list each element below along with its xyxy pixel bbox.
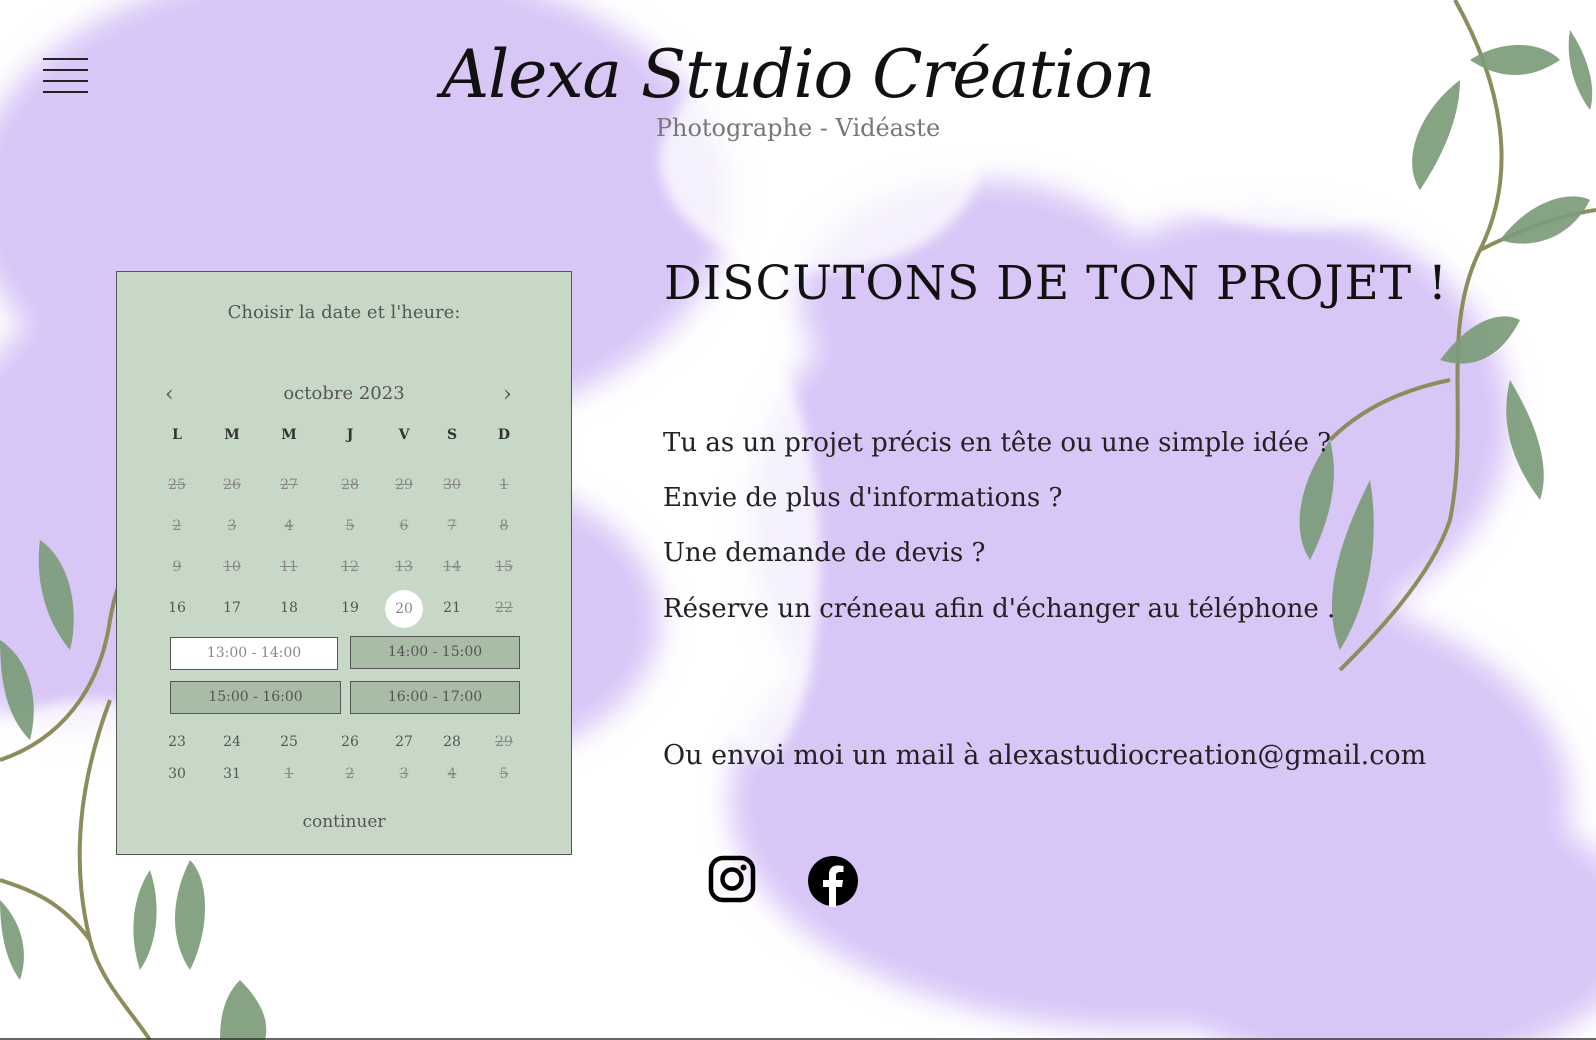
calendar-day: 25	[168, 477, 186, 493]
calendar-day[interactable]: 27	[382, 734, 426, 750]
calendar-day: 26	[223, 477, 241, 493]
calendar-day[interactable]: 23	[155, 734, 199, 750]
calendar-day: 8	[499, 518, 509, 534]
time-slot-button[interactable]: 15:00 - 16:00	[170, 681, 341, 714]
calendar-day[interactable]: 17	[210, 600, 254, 616]
calendar-day: 5	[345, 518, 355, 534]
booking-title: Choisir la date et l'heure:	[227, 302, 461, 323]
calendar-day[interactable]: 16	[155, 600, 199, 616]
contact-line-2: Envie de plus d'informations ?	[663, 483, 1063, 513]
weekday-label: V	[398, 427, 410, 443]
calendar-day[interactable]: 18	[267, 600, 311, 616]
site-subtitle: Photographe - Vidéaste	[655, 114, 941, 142]
calendar-day: 9	[172, 559, 182, 575]
calendar-day: 1	[499, 477, 509, 493]
page-heading: DISCUTONS DE TON PROJET !	[664, 256, 1448, 311]
calendar-day: 22	[495, 600, 513, 616]
calendar-day[interactable]: 30	[155, 766, 199, 782]
calendar-day[interactable]: 19	[328, 600, 372, 616]
facebook-icon[interactable]	[807, 855, 859, 907]
contact-email-line[interactable]: Ou envoi moi un mail à alexastudiocreati…	[663, 740, 1426, 771]
calendar-day: 28	[341, 477, 359, 493]
calendar-day: 29	[395, 477, 413, 493]
calendar-day: 27	[280, 477, 298, 493]
calendar-day: 13	[395, 559, 413, 575]
weekday-label: M	[224, 427, 240, 443]
calendar-day: 7	[447, 518, 457, 534]
calendar-day: 30	[443, 477, 461, 493]
contact-line-3: Une demande de devis ?	[663, 538, 986, 568]
time-slot-button[interactable]: 13:00 - 14:00	[170, 637, 338, 670]
weekday-label: L	[172, 427, 182, 443]
calendar-day: 2	[172, 518, 182, 534]
calendar-day: 3	[227, 518, 237, 534]
booking-calendar-panel: Choisir la date et l'heure: ‹ octobre 20…	[116, 271, 572, 855]
calendar-day[interactable]: 24	[210, 734, 254, 750]
continue-button[interactable]: continuer	[117, 812, 571, 832]
calendar-day: 14	[443, 559, 461, 575]
calendar-day[interactable]: 25	[267, 734, 311, 750]
calendar-day: 29	[495, 734, 513, 750]
contact-line-4: Réserve un créneau afin d'échanger au té…	[663, 594, 1336, 624]
calendar-day: 10	[223, 559, 241, 575]
calendar-day: 3	[399, 766, 409, 782]
calendar-day[interactable]: 21	[430, 600, 474, 616]
calendar-day: 2	[345, 766, 355, 782]
time-slot-button[interactable]: 14:00 - 15:00	[350, 636, 520, 669]
site-logo-title[interactable]: Alexa Studio Création	[0, 36, 1596, 113]
weekday-label: J	[346, 427, 354, 443]
weekday-label: M	[281, 427, 297, 443]
calendar-day[interactable]: 28	[430, 734, 474, 750]
time-slot-button[interactable]: 16:00 - 17:00	[350, 681, 520, 714]
calendar-day[interactable]: 31	[210, 766, 254, 782]
calendar-day: 4	[284, 518, 294, 534]
calendar-day: 11	[280, 559, 298, 575]
calendar-day-selected[interactable]: 20	[385, 590, 423, 628]
calendar-day: 1	[284, 766, 294, 782]
calendar-day: 4	[447, 766, 457, 782]
contact-line-1: Tu as un projet précis en tête ou une si…	[663, 428, 1332, 458]
weekday-label: D	[497, 427, 511, 443]
calendar-day[interactable]: 26	[328, 734, 372, 750]
instagram-icon[interactable]	[708, 855, 756, 903]
calendar-day: 5	[499, 766, 509, 782]
weekday-label: S	[446, 427, 458, 443]
calendar-day: 15	[495, 559, 513, 575]
calendar-day: 12	[341, 559, 359, 575]
calendar-day: 6	[399, 518, 409, 534]
next-month-icon[interactable]: ›	[503, 382, 512, 407]
